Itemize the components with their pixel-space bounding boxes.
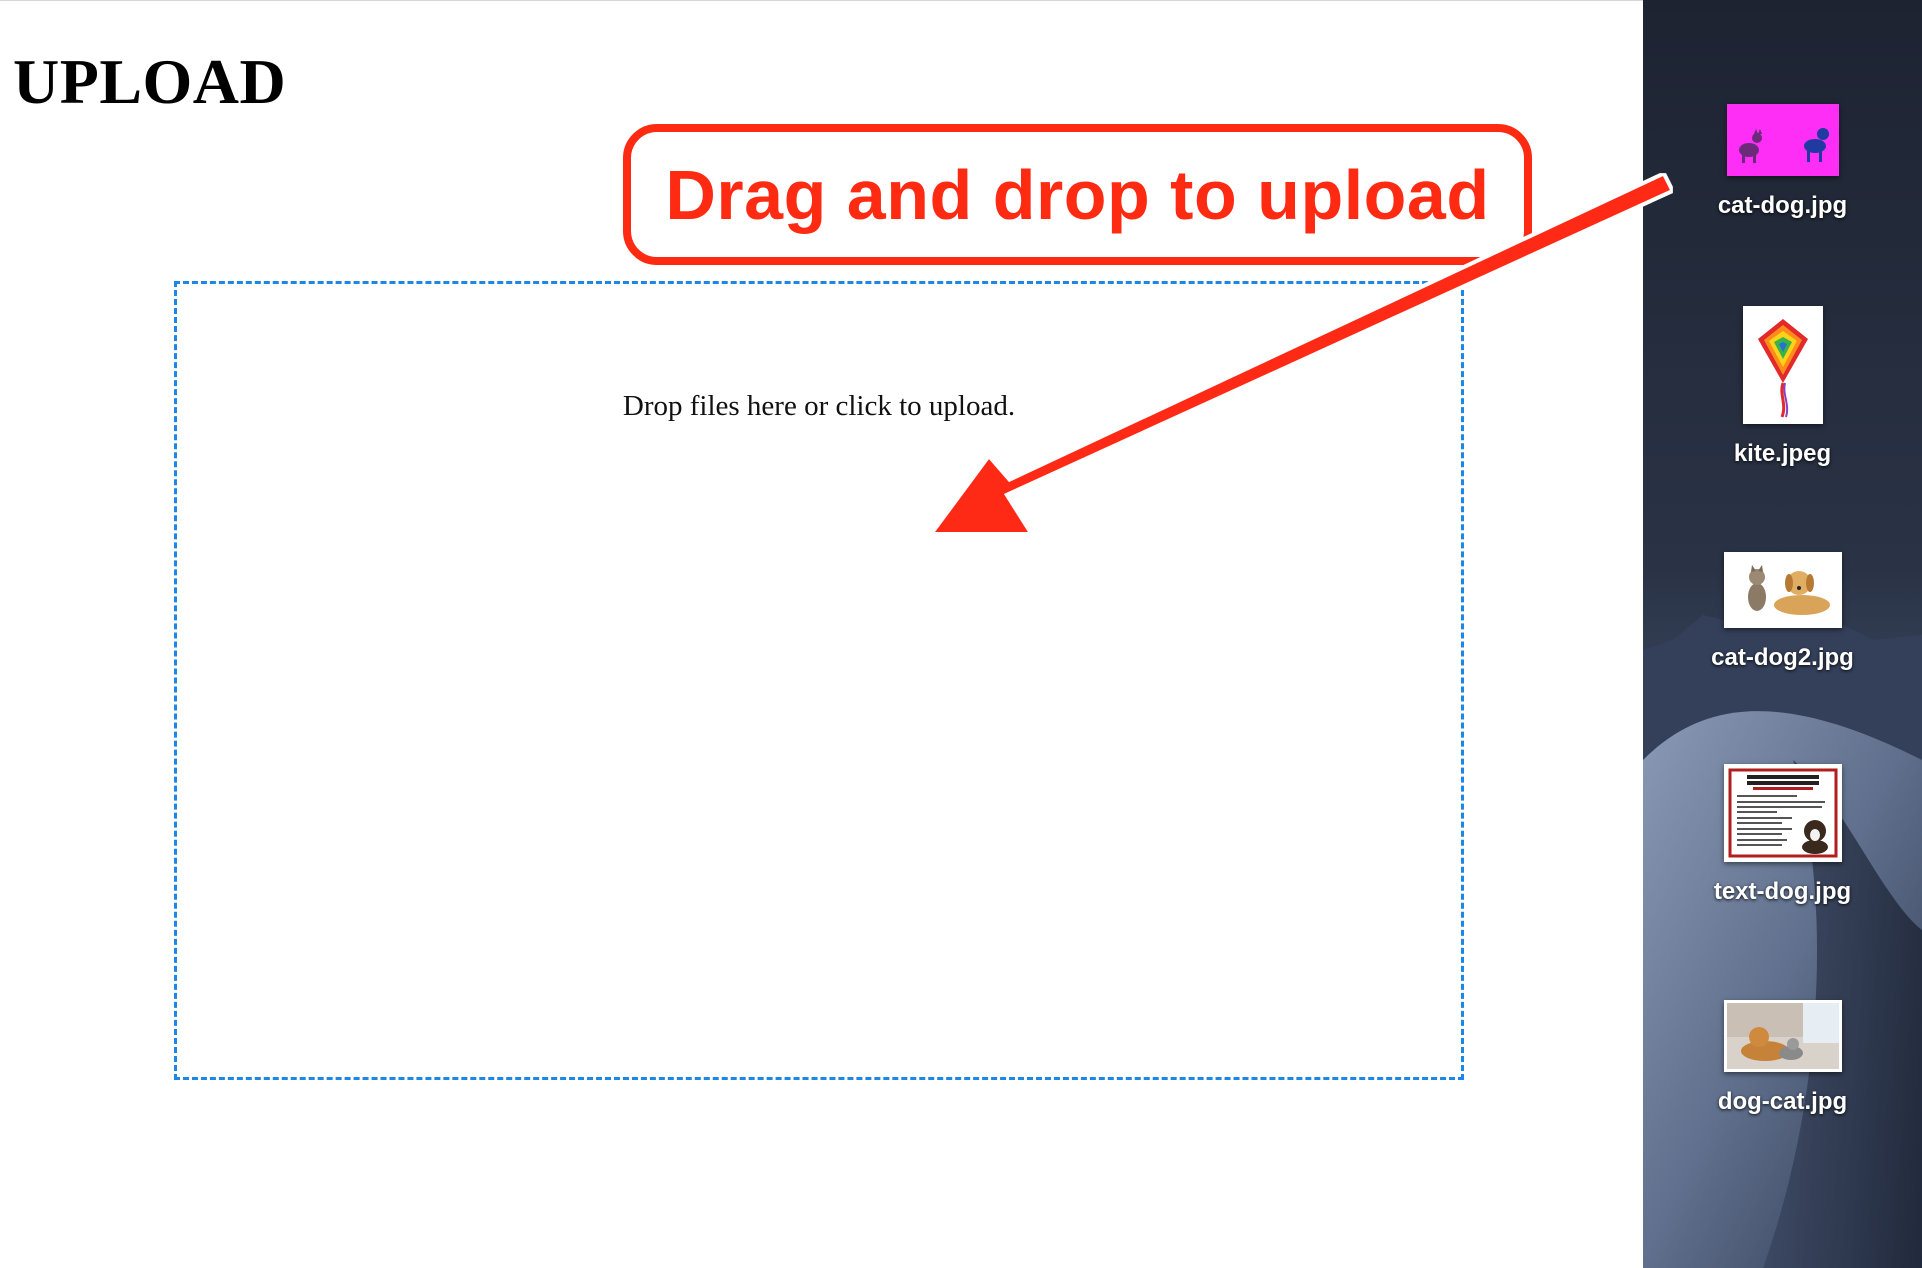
cat-dog2-thumbnail-icon	[1723, 552, 1842, 628]
annotation-callout: Drag and drop to upload	[623, 124, 1532, 265]
page-title: UPLOAD	[13, 46, 287, 117]
file-name-label: cat-dog2.jpg	[1711, 644, 1854, 671]
cat-dog-thumbnail-icon	[1726, 104, 1839, 176]
desktop: cat-dog.jpg kite.jpeg cat-dog2.jpg text-…	[1643, 0, 1922, 1268]
file-name-label: text-dog.jpg	[1713, 878, 1852, 905]
annotation-callout-text: Drag and drop to upload	[665, 155, 1490, 234]
desktop-file-text-dog[interactable]: text-dog.jpg	[1643, 764, 1922, 906]
file-dropzone[interactable]: Drop files here or click to upload.	[174, 281, 1464, 1080]
file-name-label: dog-cat.jpg	[1717, 1088, 1848, 1115]
file-name-label: cat-dog.jpg	[1717, 192, 1848, 219]
kite-thumbnail-icon	[1742, 306, 1823, 424]
dog-cat-thumbnail-icon	[1723, 1000, 1842, 1072]
text-dog-thumbnail-icon	[1723, 764, 1842, 862]
desktop-file-dog-cat[interactable]: dog-cat.jpg	[1643, 1000, 1922, 1116]
dropzone-instructions: Drop files here or click to upload.	[622, 390, 1016, 422]
desktop-file-cat-dog2[interactable]: cat-dog2.jpg	[1643, 552, 1922, 672]
file-name-label: kite.jpeg	[1733, 440, 1832, 467]
desktop-file-kite[interactable]: kite.jpeg	[1643, 306, 1922, 468]
desktop-file-cat-dog[interactable]: cat-dog.jpg	[1643, 104, 1922, 220]
